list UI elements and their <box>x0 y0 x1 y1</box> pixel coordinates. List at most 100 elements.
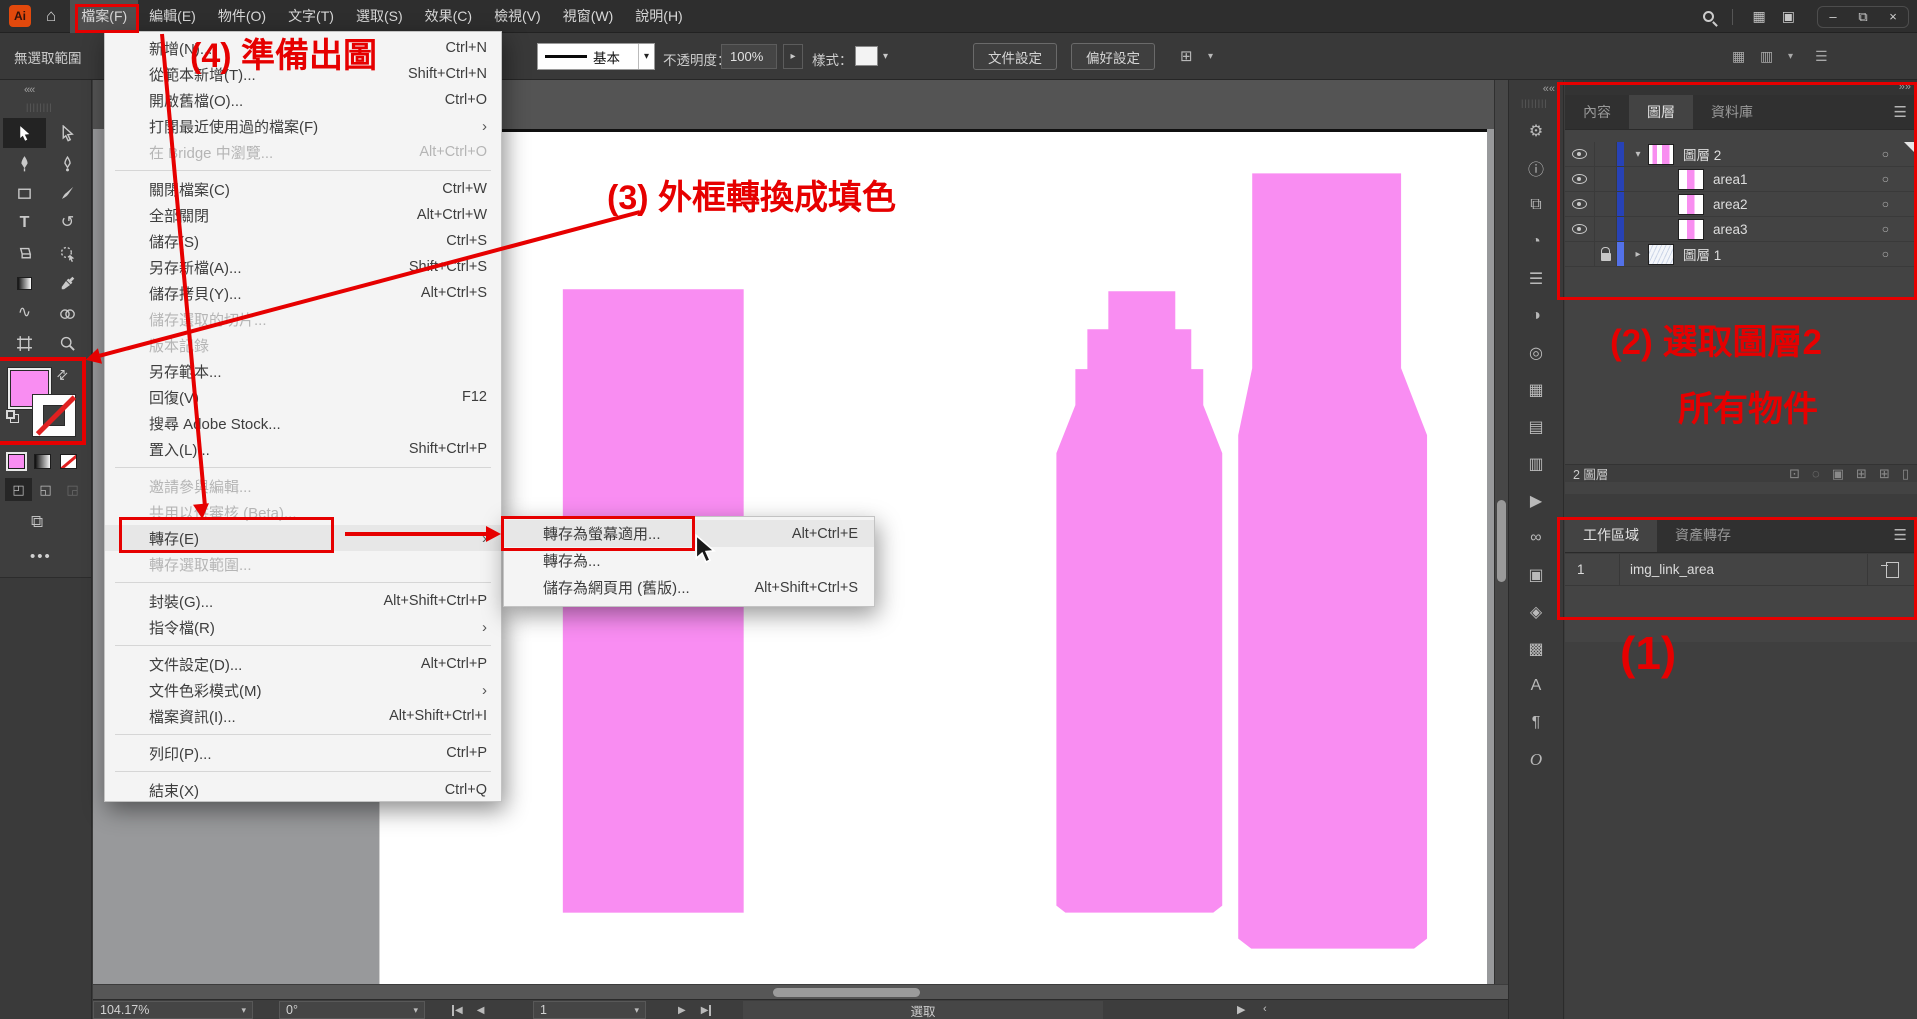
preferences-button[interactable]: 偏好設定 <box>1071 43 1155 70</box>
lock-icon[interactable] <box>1595 217 1617 241</box>
color-mode-swatch[interactable] <box>8 454 25 469</box>
layer-thumbnail[interactable] <box>1678 219 1704 240</box>
color-wheel-icon[interactable]: ⚙ <box>1509 112 1563 149</box>
chevron-down-icon[interactable]: ▾ <box>1788 51 1793 62</box>
menu-item[interactable]: 列印(P)...Ctrl+P <box>105 740 501 766</box>
pattern-icon[interactable]: ▩ <box>1509 630 1563 667</box>
default-fill-stroke-icon[interactable] <box>6 410 15 419</box>
menubar-item[interactable]: 檔案(F) <box>70 0 138 33</box>
stroke-preset-dropdown[interactable]: 基本 ▾ <box>537 43 655 70</box>
menu-item[interactable]: 從範本新增(T)...Shift+Ctrl+N <box>105 61 501 87</box>
visibility-eye-icon[interactable] <box>1565 167 1595 191</box>
close-button[interactable]: × <box>1878 9 1908 24</box>
character-icon[interactable]: A <box>1509 667 1563 704</box>
menu-item[interactable]: 文件色彩模式(M)› <box>105 677 501 703</box>
lock-icon[interactable] <box>1595 142 1617 166</box>
horizontal-scrollbar[interactable] <box>93 984 1508 999</box>
menu-item[interactable]: 搜尋 Adobe Stock... <box>105 410 501 436</box>
menu-item[interactable]: 轉存(E)› <box>105 525 501 551</box>
delete-icon[interactable]: ▯ <box>1902 466 1909 482</box>
menubar-item[interactable]: 文字(T) <box>277 0 345 33</box>
submenu-item[interactable]: 轉存為螢幕適用...Alt+Ctrl+E <box>504 520 874 547</box>
draw-inside-icon[interactable]: ◲ <box>59 478 86 501</box>
sphere-icon[interactable]: ◔ <box>1509 223 1563 260</box>
chevron-down-icon[interactable]: ▾ <box>883 51 888 62</box>
layer-name[interactable]: area3 <box>1713 222 1748 237</box>
artboard-page-icon[interactable] <box>1867 554 1917 585</box>
menu-item[interactable]: 轉存選取範圍... <box>105 551 501 577</box>
chevron-down-icon[interactable]: ▾ <box>1630 149 1646 160</box>
new-sublayer-icon[interactable]: ⊞ <box>1856 466 1867 482</box>
last-artboard-icon[interactable]: ▶ <box>700 1005 712 1016</box>
more-tools-icon[interactable]: ••• <box>30 548 52 565</box>
layer-thumbnail[interactable] <box>1648 144 1674 165</box>
target-icon[interactable]: ◎ <box>1509 334 1563 371</box>
artboard-number-dropdown[interactable]: 1 ▾ <box>533 1001 646 1019</box>
menu-item[interactable]: 關閉檔案(C)Ctrl+W <box>105 176 501 202</box>
layer-name[interactable]: 圖層 1 <box>1683 244 1721 264</box>
panel-icon[interactable]: ▣ <box>1509 556 1563 593</box>
symbols-icon[interactable]: ◈ <box>1509 593 1563 630</box>
layer-thumbnail[interactable] <box>1648 244 1674 265</box>
lock-icon[interactable] <box>1595 242 1617 266</box>
menubar-item[interactable]: 選取(S) <box>345 0 414 33</box>
tab-properties[interactable]: 內容 <box>1565 95 1629 129</box>
tab-libraries[interactable]: 資料庫 <box>1693 95 1771 129</box>
panel-grip[interactable]: |||||||| <box>26 102 53 112</box>
menubar-item[interactable]: 視窗(W) <box>552 0 625 33</box>
vertical-scrollbar[interactable] <box>1494 80 1508 984</box>
visibility-eye-icon[interactable] <box>1565 217 1595 241</box>
collect-export-icon[interactable]: ⊡ <box>1789 466 1800 482</box>
menubar-item[interactable]: 物件(O) <box>207 0 277 33</box>
menu-item[interactable]: 在 Bridge 中瀏覽...Alt+Ctrl+O <box>105 139 501 165</box>
artboard-tool-icon[interactable] <box>3 328 46 358</box>
export-icon[interactable]: ⧉ <box>1509 186 1563 223</box>
eraser-tool-icon[interactable] <box>3 238 46 268</box>
info-icon[interactable]: ⓘ <box>1509 149 1563 186</box>
target-circle-icon[interactable]: ○ <box>1882 247 1889 261</box>
layer-name[interactable]: 圖層 2 <box>1683 144 1721 164</box>
zoom-level-dropdown[interactable]: 104.17% ▾ <box>93 1001 253 1019</box>
minimize-button[interactable]: – <box>1818 9 1848 24</box>
menubar-item[interactable]: 效果(C) <box>414 0 483 33</box>
snap-options-icon[interactable]: ▥ <box>1760 48 1773 65</box>
lock-icon[interactable] <box>1595 192 1617 216</box>
chevron-down-icon[interactable]: ▾ <box>1208 51 1213 62</box>
menu-item[interactable]: 文件設定(D)...Alt+Ctrl+P <box>105 651 501 677</box>
menu-item[interactable]: 版本記錄 <box>105 332 501 358</box>
eyedropper-tool-icon[interactable] <box>46 268 89 298</box>
menu-item[interactable]: 指令檔(R)› <box>105 614 501 640</box>
collapse-dock-icon[interactable]: «« <box>1543 83 1555 95</box>
search-icon[interactable] <box>1703 11 1714 22</box>
paintbrush-tool-icon[interactable] <box>46 178 89 208</box>
stroke-lines-icon[interactable]: ☰ <box>1509 260 1563 297</box>
rotation-dropdown[interactable]: 0° ▾ <box>279 1001 425 1019</box>
swatches-grid-icon[interactable]: ▦ <box>1509 371 1563 408</box>
new-layer-icon[interactable]: ⊞ <box>1879 466 1890 482</box>
menu-item[interactable]: 全部關閉Alt+Ctrl+W <box>105 202 501 228</box>
menu-item[interactable]: 打開最近使用過的檔案(F)› <box>105 113 501 139</box>
align-icon[interactable]: ⊞ <box>1180 47 1193 65</box>
layer-row[interactable]: area3 ○ <box>1565 217 1917 242</box>
visibility-eye-icon[interactable] <box>1565 142 1595 166</box>
links-icon[interactable]: ∞ <box>1509 519 1563 556</box>
layer-name[interactable]: area1 <box>1713 172 1748 187</box>
tab-asset-export[interactable]: 資產轉存 <box>1657 518 1749 552</box>
target-circle-icon[interactable]: ○ <box>1882 222 1889 236</box>
menu-item[interactable]: 儲存拷貝(Y)...Alt+Ctrl+S <box>105 280 501 306</box>
locate-icon[interactable]: ◌ <box>1812 466 1820 482</box>
chevron-down-icon[interactable]: ▾ <box>638 44 654 69</box>
opacity-input[interactable]: 100% <box>721 44 777 69</box>
none-mode-swatch[interactable] <box>60 454 77 469</box>
visibility-eye-icon[interactable] <box>1565 192 1595 216</box>
home-icon[interactable]: ⌂ <box>46 6 56 26</box>
columns-icon[interactable]: ▥ <box>1509 445 1563 482</box>
menu-item[interactable]: 邀請參與編輯... <box>105 473 501 499</box>
submenu-item[interactable]: 儲存為網頁用 (舊版)...Alt+Shift+Ctrl+S <box>504 574 874 601</box>
draw-behind-icon[interactable]: ◱ <box>32 478 59 501</box>
control-menu-icon[interactable]: ☰ <box>1815 48 1828 65</box>
workspace-switcher-icon[interactable]: ▣ <box>1782 8 1795 25</box>
chevron-right-icon[interactable]: ▸ <box>1630 249 1646 260</box>
rectangle-tool-icon[interactable] <box>3 178 46 208</box>
tab-artboards[interactable]: 工作區域 <box>1565 518 1657 552</box>
